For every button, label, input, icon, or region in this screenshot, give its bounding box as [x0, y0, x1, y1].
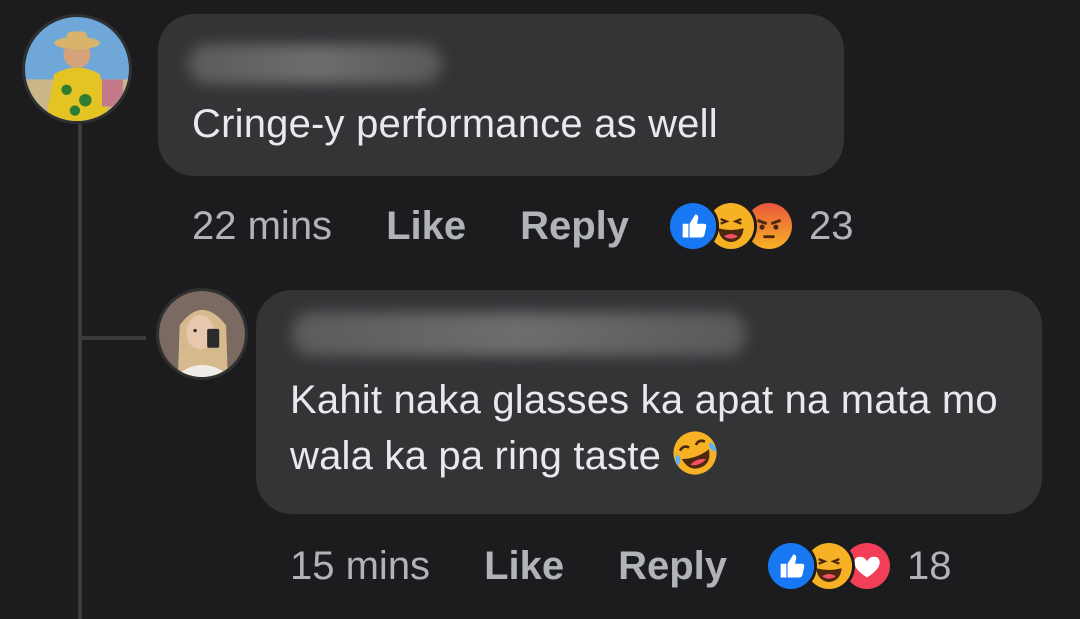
reply-bubble: Kahit naka glasses ka apat na mata mo wa… — [256, 290, 1042, 514]
commenter-name-redacted[interactable] — [188, 44, 442, 84]
reaction-summary[interactable] — [765, 540, 894, 592]
comment-timestamp[interactable]: 22 mins — [192, 204, 332, 249]
thread-branch-line — [78, 336, 146, 340]
comment-actions: 22 mins Like Reply 23 — [192, 200, 854, 252]
reply-timestamp[interactable]: 15 mins — [290, 544, 430, 589]
comment-bubble: Cringe-y performance as well — [158, 14, 844, 176]
reaction-summary[interactable] — [667, 200, 796, 252]
avatar-photo-icon — [159, 291, 245, 377]
reply-commenter-avatar[interactable] — [156, 288, 248, 380]
commenter-avatar[interactable] — [22, 14, 132, 124]
reply-text: Kahit naka glasses ka apat na mata mo wa… — [290, 372, 1020, 484]
reply-text-content: Kahit naka glasses ka apat na mata mo wa… — [290, 378, 998, 478]
like-button[interactable]: Like — [386, 204, 466, 249]
reply-actions: 15 mins Like Reply 18 — [290, 540, 952, 592]
reply-button[interactable]: Reply — [618, 544, 727, 589]
rofl-emoji-icon — [671, 429, 719, 477]
comment-text: Cringe-y performance as well — [192, 102, 718, 146]
thread-line — [78, 118, 82, 619]
avatar-photo-icon — [25, 17, 129, 121]
reaction-count[interactable]: 23 — [809, 204, 854, 249]
like-button[interactable]: Like — [484, 544, 564, 589]
reaction-count[interactable]: 18 — [907, 544, 952, 589]
like-icon — [765, 540, 818, 592]
like-icon — [667, 200, 720, 252]
reply-button[interactable]: Reply — [520, 204, 629, 249]
reply-commenter-name-redacted[interactable] — [292, 312, 746, 356]
